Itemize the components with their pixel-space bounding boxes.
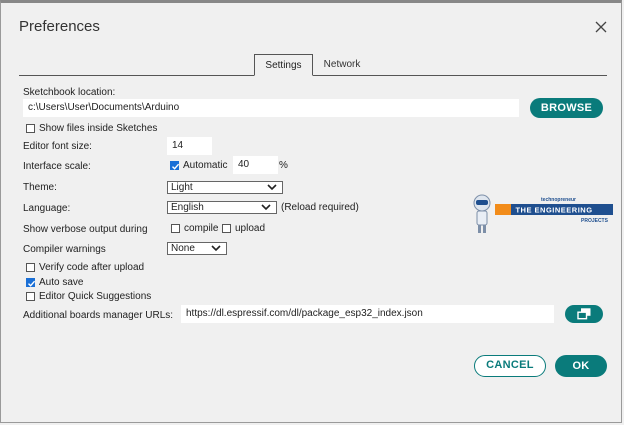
boards-urls-input[interactable]: https://dl.espressif.com/dl/package_esp3… [181, 305, 554, 323]
chevron-down-icon [261, 204, 271, 211]
font-size-label: Editor font size: [23, 141, 92, 152]
verify-checkbox[interactable] [26, 263, 35, 272]
sketchbook-location-input[interactable]: c:\Users\User\Documents\Arduino [23, 99, 519, 117]
check-icon [172, 163, 180, 170]
language-value: English [171, 202, 204, 213]
automatic-scale-checkbox[interactable] [170, 161, 180, 170]
compiler-warnings-label: Compiler warnings [23, 244, 106, 255]
interface-scale-unit: % [279, 160, 288, 171]
tab-divider [19, 75, 607, 76]
quick-suggestions-label: Editor Quick Suggestions [39, 291, 152, 302]
verify-label: Verify code after upload [39, 262, 145, 273]
show-files-label: Show files inside Sketches [39, 123, 158, 134]
boards-urls-label: Additional boards manager URLs: [23, 310, 174, 321]
compiler-warnings-select[interactable]: None [167, 242, 227, 255]
chevron-down-icon [267, 184, 277, 191]
tab-network[interactable]: Network [317, 54, 367, 75]
verbose-upload-checkbox[interactable] [222, 224, 231, 233]
compiler-warnings-value: None [171, 243, 195, 254]
language-select[interactable]: English [167, 201, 277, 214]
theme-value: Light [171, 182, 193, 193]
autosave-label: Auto save [39, 277, 84, 288]
close-icon[interactable] [594, 20, 608, 34]
sketchbook-label: Sketchbook location: [23, 87, 116, 98]
logo-sub: PROJECTS [581, 218, 609, 224]
browse-button[interactable]: BROWSE [530, 98, 603, 118]
logo-name: THE ENGINEERING [515, 206, 592, 215]
ok-button[interactable]: OK [555, 355, 607, 377]
theme-select[interactable]: Light [167, 181, 283, 194]
theme-label: Theme: [23, 182, 57, 193]
cancel-button[interactable]: CANCEL [474, 355, 546, 377]
logo-tagline: technopreneur [541, 197, 576, 203]
language-label: Language: [23, 203, 71, 214]
language-reload-note: (Reload required) [281, 202, 359, 213]
verbose-upload-label: upload [235, 223, 266, 234]
interface-scale-label: Interface scale: [23, 161, 91, 172]
dialog-title: Preferences [19, 18, 100, 35]
check-icon [28, 280, 36, 287]
interface-scale-input[interactable]: 40 [233, 156, 278, 174]
preferences-dialog: Preferences Settings Network Sketchbook … [0, 0, 622, 423]
show-files-checkbox[interactable] [26, 124, 35, 133]
verbose-compile-checkbox[interactable] [171, 224, 180, 233]
autosave-checkbox[interactable] [26, 278, 36, 287]
font-size-input[interactable]: 14 [167, 137, 212, 155]
quick-suggestions-checkbox[interactable] [26, 292, 35, 301]
verbose-compile-label: compile [184, 223, 219, 234]
verbose-label: Show verbose output during [23, 224, 148, 235]
engineering-projects-logo: technopreneur THE ENGINEERING PROJECTS [473, 194, 613, 233]
automatic-scale-label: Automatic [183, 160, 228, 171]
edit-urls-button[interactable] [565, 305, 603, 323]
open-window-icon [577, 308, 591, 320]
tab-settings[interactable]: Settings [254, 54, 313, 76]
chevron-down-icon [211, 245, 221, 252]
